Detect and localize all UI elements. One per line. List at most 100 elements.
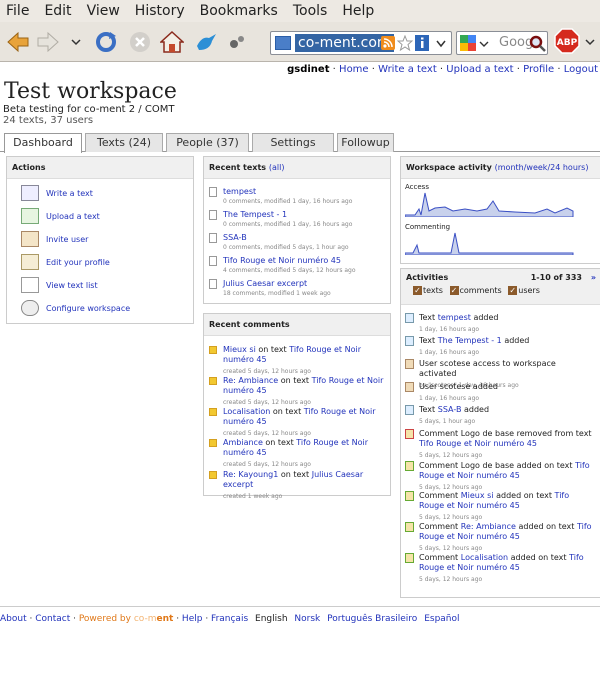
lang-norsk[interactable]: Norsk [294,614,320,624]
text-title-link[interactable]: Julius Caesar excerpt [223,279,307,288]
edit-profile-link[interactable]: Edit your profile [46,258,110,267]
text-icon [405,405,414,415]
activity-item: Text SSA-B added 5 days, 1 hour ago [405,405,595,427]
commenting-sparkline [405,232,574,255]
about-link[interactable]: About [0,614,27,624]
menu-bar: File Edit View History Bookmarks Tools H… [0,0,600,22]
url-dropdown-icon[interactable] [435,38,447,50]
activity-link[interactable]: Localisation [461,553,508,562]
lang-espanol[interactable]: Español [424,614,459,624]
reload-icon[interactable] [94,30,118,54]
info-icon[interactable] [415,35,429,51]
menu-bookmarks[interactable]: Bookmarks [200,3,278,19]
comment-link[interactable]: Re: Ambiance [223,376,278,385]
tab-dashboard[interactable]: Dashboard [4,133,82,153]
search-icon[interactable] [529,35,546,52]
text-meta: 18 comments, modified 1 week ago [223,290,331,297]
text-title-link[interactable]: SSA-B [223,233,247,242]
stop-icon[interactable] [128,30,152,54]
checkbox-icon[interactable]: ✓ [449,286,459,295]
addon-icon[interactable] [228,30,246,54]
text-meta: 0 comments, modified 5 days, 1 hour ago [223,244,349,251]
user-icon [405,382,414,392]
activity-link[interactable]: Mieux si [461,491,494,500]
recent-texts-title: Recent texts [209,163,267,172]
profile-edit-icon [21,254,39,270]
upload-text-link[interactable]: Upload a text [46,212,100,221]
star-icon[interactable] [397,35,413,51]
edit-profile-action[interactable]: Edit your profile [21,252,110,272]
activity-item: Comment Logo de base removed from text T… [405,429,595,461]
comment-link[interactable]: Ambiance [223,438,263,447]
comment-link[interactable]: Mieux si [223,345,256,354]
activity-link[interactable]: The Tempest - 1 [438,336,502,345]
adblock-icon[interactable]: ABP [554,28,580,54]
configure-workspace-link[interactable]: Configure workspace [46,304,130,313]
list-item: SSA-B 0 comments, modified 5 days, 1 hour… [209,233,349,251]
url-text[interactable]: co-ment.com [295,34,394,52]
comment-icon [209,377,217,385]
lang-francais[interactable]: Français [211,614,248,624]
comment-link[interactable]: Re: Kayoung1 [223,470,278,479]
checkbox-icon[interactable]: ✓ [508,286,518,295]
checkbox-icon[interactable]: ✓ [413,286,422,295]
back-icon[interactable] [6,30,30,54]
help-link[interactable]: Help [182,614,203,624]
upload-text-link[interactable]: Upload a text [446,64,513,75]
period-links[interactable]: (month/week/24 hours) [495,163,589,172]
text-title-link[interactable]: tempest [223,187,256,196]
activity-item: Comment Re: Ambiance added on text Tifo … [405,522,595,554]
activity-link[interactable]: Tifo Rouge et Noir numéro 45 [419,439,537,448]
text-list-icon [21,277,39,293]
google-icon[interactable] [460,35,476,51]
activity-link[interactable]: SSA-B [438,405,462,414]
comment-link[interactable]: Localisation [223,407,270,416]
upload-text-action[interactable]: Upload a text [21,206,100,226]
invite-user-link[interactable]: Invite user [46,235,88,244]
home-icon[interactable] [160,30,184,54]
url-bar[interactable]: co-ment.com [270,31,452,55]
adblock-dropdown-icon[interactable] [584,36,596,48]
profile-link[interactable]: Profile [523,64,554,75]
contact-link[interactable]: Contact [35,614,70,624]
configure-workspace-action[interactable]: Configure workspace [21,298,130,318]
activity-link[interactable]: tempest [438,313,471,322]
menu-edit[interactable]: Edit [44,3,71,19]
navigation-toolbar: co-ment.com Goog ABP [0,22,600,62]
logout-link[interactable]: Logout [564,64,598,75]
all-texts-link[interactable]: (all) [269,163,285,172]
menu-file[interactable]: File [6,3,29,19]
rss-icon[interactable] [381,36,395,50]
forward-icon[interactable] [36,30,60,54]
username: gsdinet [287,64,330,75]
tab-settings[interactable]: Settings [252,133,334,152]
activities-panel: Activities 1-10 of 333 » ✓ texts ✓ comment… [400,268,600,598]
next-page-link[interactable]: » [591,273,596,282]
menu-view[interactable]: View [87,3,120,19]
write-text-link[interactable]: Write a text [46,189,93,198]
invite-user-action[interactable]: Invite user [21,229,88,249]
activity-link[interactable]: Re: Ambiance [461,522,516,531]
tab-people[interactable]: People (37) [166,133,249,152]
view-text-list-action[interactable]: View text list [21,275,98,295]
view-text-list-link[interactable]: View text list [46,281,98,290]
chevron-down-icon[interactable] [70,36,82,48]
search-box[interactable]: Goog [456,31,548,55]
workspace-stats: 24 texts, 37 users [3,115,94,126]
comment-logo[interactable]: co-ment [134,614,173,624]
list-item: Localisation on text Tifo Rouge et Noir … [209,407,389,439]
write-text-link[interactable]: Write a text [378,64,437,75]
menu-tools[interactable]: Tools [293,3,328,19]
search-engine-dropdown-icon[interactable] [479,39,489,49]
write-text-action[interactable]: Write a text [21,183,93,203]
text-title-link[interactable]: The Tempest - 1 [223,210,287,219]
menu-help[interactable]: Help [342,3,374,19]
menu-history[interactable]: History [135,3,185,19]
text-title-link[interactable]: Tifo Rouge et Noir numéro 45 [223,256,341,265]
tab-texts[interactable]: Texts (24) [85,133,163,152]
pencil-icon [21,185,39,201]
lang-portugues[interactable]: Português Brasileiro [327,614,417,624]
home-link[interactable]: Home [339,64,369,75]
bird-extension-icon[interactable] [194,30,218,54]
tab-followup[interactable]: Followup [337,133,394,152]
